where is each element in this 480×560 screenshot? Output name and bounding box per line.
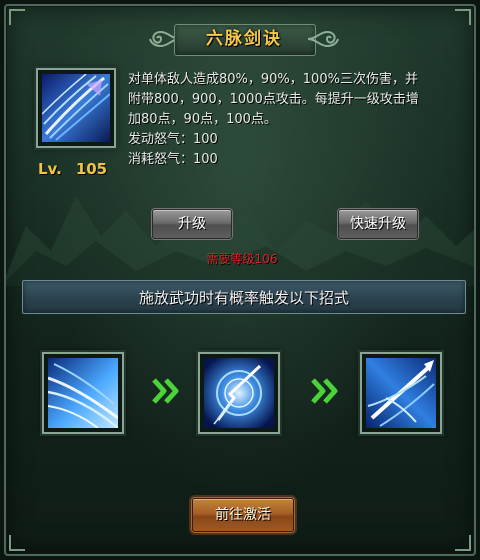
cloud-scroll-icon <box>307 30 339 48</box>
chain-trigger-bar: 施放武功时有概率触发以下招式 <box>22 280 466 314</box>
lightning-vortex-icon <box>204 358 274 428</box>
corner-ornament <box>455 9 471 25</box>
chain-skill-2[interactable] <box>198 352 280 434</box>
skill-description: 对单体敌人造成80%，90%，100%三次伤害，并 附带800，900，1000… <box>128 70 458 170</box>
skill-level: Lv. 105 <box>38 160 128 180</box>
corner-ornament <box>9 535 25 551</box>
double-chevron-right-icon <box>152 378 179 404</box>
cost-rage: 消耗怒气：100 <box>128 152 218 167</box>
skill-panel: 六脉剑诀 Lv. 105 对单体敌人造成80%，90%，100%三次伤害，并 附… <box>4 4 476 556</box>
spear-thrust-icon <box>366 358 436 428</box>
panel-title: 六脉剑诀 <box>206 29 282 49</box>
title-banner: 六脉剑诀 <box>146 20 342 60</box>
quick-upgrade-button[interactable]: 快速升级 <box>338 209 418 239</box>
chain-trigger-label: 施放武功时有概率触发以下招式 <box>138 289 349 307</box>
level-requirement: 需要等级106 <box>206 252 278 266</box>
upgrade-button[interactable]: 升级 <box>152 209 232 239</box>
sword-slash-icon <box>42 74 110 142</box>
corner-ornament <box>455 535 471 551</box>
description-line: 加80点，90点，100点。 <box>128 112 277 127</box>
chain-skill-3[interactable] <box>360 352 442 434</box>
double-chevron-right-icon <box>311 378 338 404</box>
skill-icon-frame[interactable] <box>36 68 116 148</box>
chain-skill-1[interactable] <box>42 352 124 434</box>
blue-wind-icon <box>48 358 118 428</box>
description-line: 附带800，900，1000点攻击。每提升一级攻击增 <box>128 92 419 107</box>
description-line: 对单体敌人造成80%，90%，100%三次伤害，并 <box>128 72 418 87</box>
goto-activate-button[interactable]: 前往激活 <box>192 498 294 532</box>
level-value: 105 <box>75 160 108 178</box>
trigger-rage: 发动怒气：100 <box>128 132 218 147</box>
level-prefix: Lv. <box>38 160 62 178</box>
corner-ornament <box>9 9 25 25</box>
